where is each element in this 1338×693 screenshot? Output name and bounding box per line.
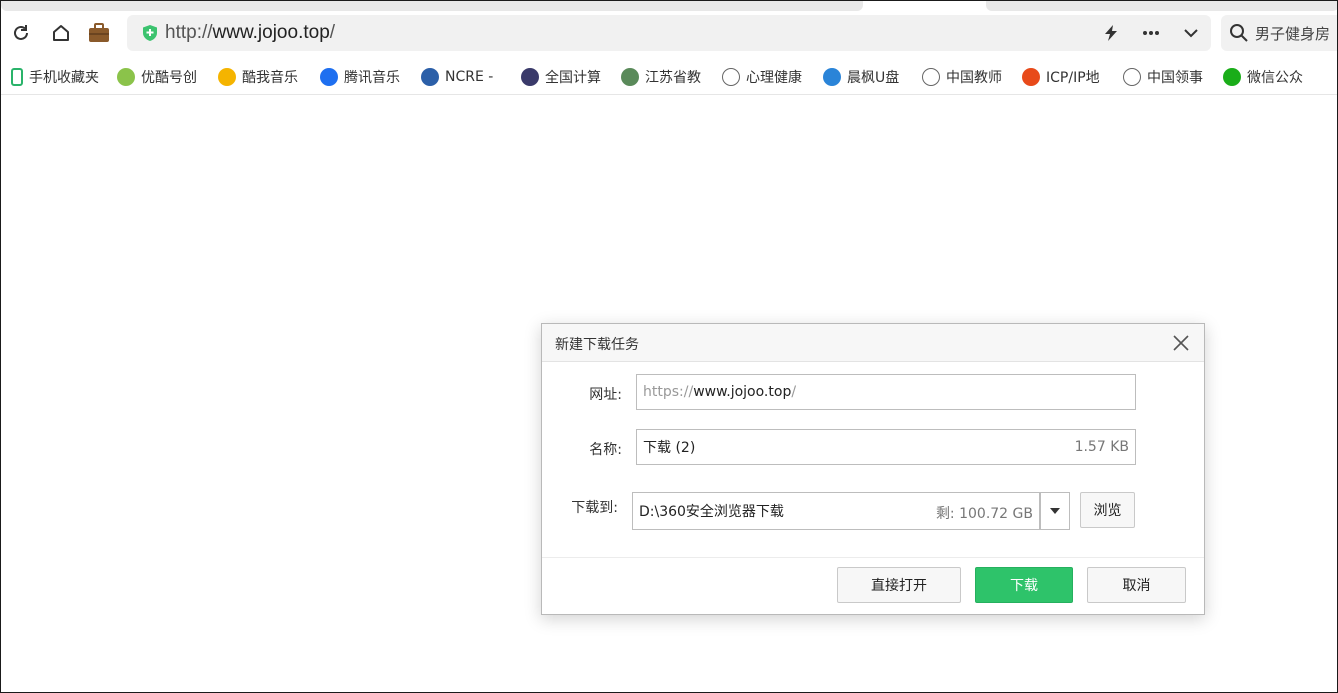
refresh-button[interactable] <box>9 21 33 45</box>
bookmark-label: 晨枫U盘 <box>847 70 900 86</box>
bookmark-item[interactable]: 酷我音乐 <box>218 66 298 88</box>
tab-strip <box>1 1 1337 11</box>
path-input[interactable]: D:\360安全浏览器下载 剩: 100.72 GB <box>632 492 1040 530</box>
url-label: 网址: <box>589 387 622 403</box>
browser-window: http://www.jojoo.top/ 男子健身房 手机收藏夹 优酷号创 酷… <box>0 0 1338 693</box>
tab-inactive[interactable] <box>1 1 863 11</box>
bookmark-label: 酷我音乐 <box>242 70 298 86</box>
url-host-text: www.jojoo.top <box>693 384 792 400</box>
home-button[interactable] <box>49 21 73 45</box>
open-directly-button[interactable]: 直接打开 <box>837 567 961 603</box>
path-label: 下载到: <box>571 500 618 516</box>
bookmark-label: NCRE - <box>445 69 494 85</box>
bookmark-label: 腾讯音乐 <box>344 70 400 86</box>
bookmark-item[interactable]: 优酷号创 <box>117 66 197 88</box>
name-label: 名称: <box>589 442 622 458</box>
phone-icon <box>11 68 23 86</box>
chenfeng-icon <box>823 68 841 86</box>
file-size: 1.57 KB <box>1074 439 1129 455</box>
search-box[interactable]: 男子健身房 <box>1221 15 1337 51</box>
more-icon <box>1143 31 1159 35</box>
dialog-title: 新建下载任务 <box>555 337 639 353</box>
tme-icon <box>320 68 338 86</box>
bookmark-item[interactable]: 腾讯音乐 <box>320 66 400 88</box>
tab-inactive[interactable] <box>986 1 1337 11</box>
bookmark-label: 江苏省教 <box>645 70 701 86</box>
bookmark-item[interactable]: 中国教师 <box>922 66 1002 88</box>
name-value: 下载 (2) <box>643 440 696 456</box>
caret-down-icon <box>1050 508 1060 514</box>
kuwo-icon <box>218 68 236 86</box>
url-prefix: https:// <box>643 384 694 400</box>
bookmark-label: 微信公众 <box>1247 70 1303 86</box>
briefcase-icon <box>89 23 109 42</box>
path-dropdown-button[interactable] <box>1040 492 1070 530</box>
address-actions <box>1091 15 1211 51</box>
bookmark-label: 优酷号创 <box>141 70 197 86</box>
bookmark-label: 中国领事 <box>1147 70 1203 86</box>
bookmark-item[interactable]: 江苏省教 <box>621 66 701 88</box>
search-icon <box>1230 24 1248 42</box>
address-bar[interactable]: http://www.jojoo.top/ <box>127 15 1211 51</box>
browse-button[interactable]: 浏览 <box>1080 492 1135 528</box>
bookmark-item[interactable]: 晨枫U盘 <box>823 66 899 88</box>
chevron-down-icon <box>1184 29 1198 38</box>
url-suffix: / <box>791 384 797 400</box>
bookmark-item[interactable]: NCRE - <box>421 66 493 88</box>
url-input[interactable]: https://www.jojoo.top / <box>636 374 1136 410</box>
close-icon[interactable] <box>1172 334 1190 352</box>
free-space: 剩: 100.72 GB <box>935 506 1033 522</box>
dropdown-button[interactable] <box>1171 15 1211 51</box>
dialog-header: 新建下载任务 <box>542 324 1204 362</box>
bookmark-label: ICP/IP地 <box>1046 70 1100 86</box>
shield-icon <box>143 25 157 41</box>
new-download-dialog: 新建下载任务 网址: https://www.jojoo.top / 名称: 下载… <box>541 323 1205 615</box>
eye-icon <box>521 68 539 86</box>
bookmark-label: 手机收藏夹 <box>29 70 99 86</box>
globe-icon <box>1123 68 1141 86</box>
ncre-icon <box>421 68 439 86</box>
wechat-icon <box>1223 68 1241 86</box>
bookmark-label: 心理健康 <box>746 70 802 86</box>
name-input[interactable]: 下载 (2) 1.57 KB <box>636 429 1136 465</box>
globe-icon <box>722 68 740 86</box>
search-text: 男子健身房 <box>1255 24 1331 43</box>
lightning-icon <box>1105 25 1117 41</box>
bookmark-label: 全国计算 <box>545 70 601 86</box>
dialog-divider <box>542 557 1204 558</box>
bookmark-item[interactable]: 手机收藏夹 <box>11 66 99 88</box>
refresh-icon <box>14 25 28 40</box>
download-button[interactable]: 下载 <box>975 567 1073 603</box>
bookmark-item[interactable]: 中国领事 <box>1123 66 1203 88</box>
leaf-icon <box>117 68 135 86</box>
globe-icon <box>922 68 940 86</box>
path-value: D:\360安全浏览器下载 <box>639 504 784 520</box>
more-button[interactable] <box>1131 15 1171 51</box>
address-url: http://www.jojoo.top/ <box>165 22 335 44</box>
jiangsu-icon <box>621 68 639 86</box>
gear-icon <box>1022 68 1040 86</box>
url-host: www.jojoo.top <box>212 22 330 43</box>
bookmark-item[interactable]: 全国计算 <box>521 66 601 88</box>
cancel-button[interactable]: 取消 <box>1087 567 1186 603</box>
bookmark-item[interactable]: 心理健康 <box>722 66 802 88</box>
toolbar: http://www.jojoo.top/ 男子健身房 <box>1 13 1337 53</box>
url-tail: / <box>329 22 336 43</box>
bookmarks-bar: 手机收藏夹 优酷号创 酷我音乐 腾讯音乐 NCRE - 全国计算 江苏省教 心理健康 晨枫U盘 中… <box>1 59 1337 95</box>
briefcase-button[interactable] <box>87 21 111 45</box>
bookmark-item[interactable]: 微信公众 <box>1223 66 1303 88</box>
home-icon <box>53 25 69 41</box>
bookmark-item[interactable]: ICP/IP地 <box>1022 66 1100 88</box>
lightning-button[interactable] <box>1091 15 1131 51</box>
bookmark-label: 中国教师 <box>946 70 1002 86</box>
url-scheme: http:// <box>165 22 213 43</box>
